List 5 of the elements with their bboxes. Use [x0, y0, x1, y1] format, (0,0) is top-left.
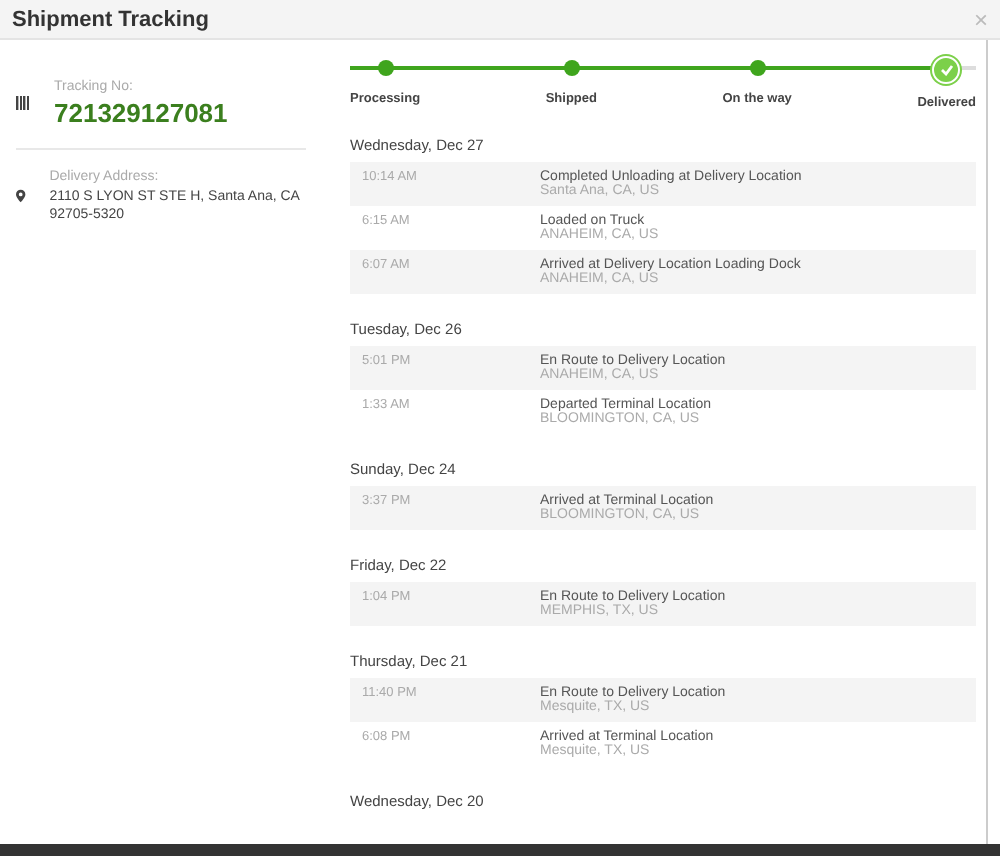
tracking-number: 721329127081 [54, 98, 228, 128]
window-title: Shipment Tracking [12, 7, 209, 31]
location-pin-icon [16, 188, 26, 204]
barcode-icon [16, 96, 30, 110]
close-button[interactable]: × [973, 7, 988, 31]
